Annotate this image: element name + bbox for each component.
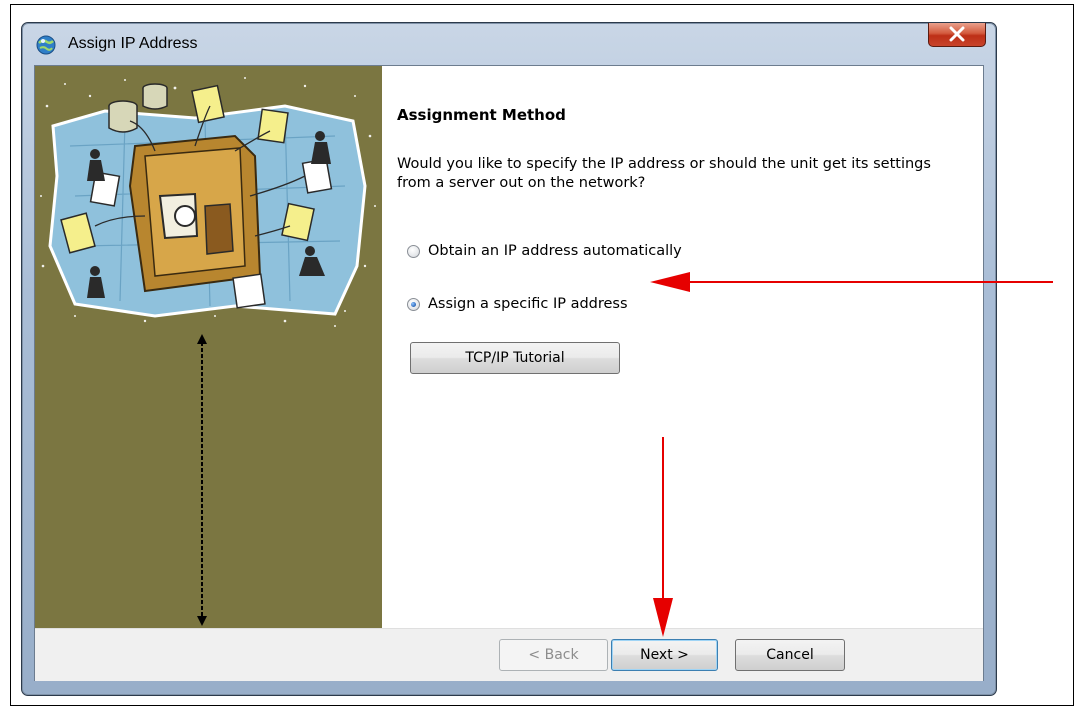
- button-bar: < Back Next > Cancel: [35, 628, 983, 681]
- title-bar[interactable]: Assign IP Address: [22, 23, 996, 65]
- option-assign-specific-label: Assign a specific IP address: [428, 296, 628, 312]
- back-button[interactable]: < Back: [499, 639, 608, 671]
- network-illustration: [35, 66, 382, 328]
- next-button[interactable]: Next >: [611, 639, 718, 671]
- close-button[interactable]: [928, 23, 986, 47]
- tcpip-tutorial-button[interactable]: TCP/IP Tutorial: [410, 342, 620, 374]
- assign-ip-dialog: Assign IP Address Assignment Method Woul…: [21, 22, 997, 696]
- option-assign-specific[interactable]: Assign a specific IP address: [407, 296, 628, 312]
- section-heading: Assignment Method: [397, 106, 566, 124]
- side-panel: [35, 66, 382, 628]
- question-text: Would you like to specify the IP address…: [397, 156, 931, 191]
- dimension-arrow-icon: [197, 334, 207, 626]
- radio-obtain-auto[interactable]: [407, 244, 420, 258]
- cancel-button[interactable]: Cancel: [735, 639, 845, 671]
- option-obtain-auto[interactable]: Obtain an IP address automatically: [407, 243, 682, 259]
- window-title: Assign IP Address: [68, 35, 198, 52]
- radio-assign-specific[interactable]: [407, 297, 420, 311]
- content-pane: Assignment Method Would you like to spec…: [397, 66, 977, 626]
- option-obtain-auto-label: Obtain an IP address automatically: [428, 243, 682, 259]
- network-globe-icon: [36, 35, 56, 55]
- dialog-client-area: Assignment Method Would you like to spec…: [34, 65, 984, 681]
- close-icon: [949, 26, 965, 42]
